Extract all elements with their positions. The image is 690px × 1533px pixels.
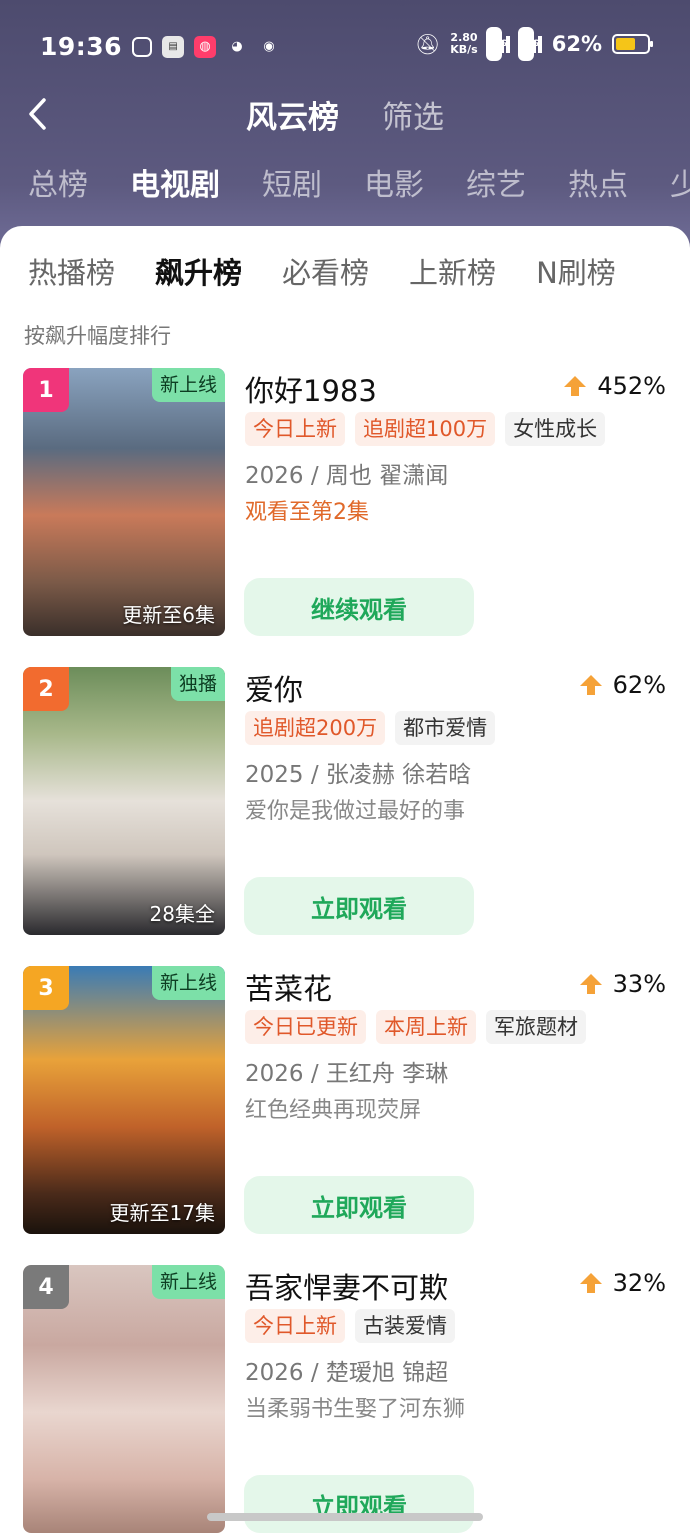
page-title: 风云榜 xyxy=(246,100,339,136)
rank-badge: 3 xyxy=(23,966,69,1010)
ranking-panel: 热播榜 飙升榜 必看榜 上新榜 N刷榜 按飙升幅度排行 1 新上线 更新至6集 你好19… xyxy=(0,226,690,1533)
trend-indicator: 452% xyxy=(563,372,666,400)
item-description: 当柔弱书生娶了河东狮 xyxy=(245,1397,466,1422)
episode-caption: 28集全 xyxy=(149,902,215,926)
ranking-item[interactable]: 2 独播 28集全 爱你 62% 追剧超200万 都市爱情 2025 / 张凌赫 … xyxy=(0,667,690,966)
episode-caption: 更新至6集 xyxy=(122,603,215,627)
ranking-tab-4[interactable]: N刷榜 xyxy=(536,250,616,292)
poster-image[interactable]: 1 新上线 更新至6集 xyxy=(23,368,225,636)
ranking-tab-3[interactable]: 上新榜 xyxy=(409,250,496,292)
item-meta: 2026 / 王红舟 李琳 xyxy=(245,1061,449,1087)
tag-list: 今日已更新 本周上新 军旅题材 xyxy=(245,1010,586,1044)
sort-hint: 按飙升幅度排行 xyxy=(24,324,171,348)
ranking-item[interactable]: 3 新上线 更新至17集 苦菜花 33% 今日已更新 本周上新 军旅题材 2026 … xyxy=(0,966,690,1265)
item-tag: 都市爱情 xyxy=(395,711,496,745)
item-tag: 今日已更新 xyxy=(245,1010,366,1044)
battery-percent: 62% xyxy=(551,32,602,56)
category-tab-1[interactable]: 电视剧 xyxy=(130,160,220,204)
item-tag: 军旅题材 xyxy=(486,1010,586,1044)
watch-button[interactable]: 立即观看 xyxy=(244,1475,474,1533)
app-notification-icon xyxy=(132,36,153,57)
signal-2-label: 5G xyxy=(517,27,539,61)
signal-2-icon: 5G xyxy=(517,27,542,61)
ranking-tab-0[interactable]: 热播榜 xyxy=(28,250,115,292)
item-description: 观看至第2集 xyxy=(245,500,369,525)
poster-image[interactable]: 3 新上线 更新至17集 xyxy=(23,966,225,1234)
item-title[interactable]: 爱你 xyxy=(245,667,303,709)
item-meta: 2026 / 楚瑷旭 锦超 xyxy=(245,1360,449,1386)
signal-1-icon: 5G xyxy=(485,27,510,61)
category-tab-2[interactable]: 短剧 xyxy=(262,160,322,204)
trend-value: 33% xyxy=(612,970,666,998)
news-app-icon: ▤ xyxy=(162,35,185,58)
ranking-tab-2[interactable]: 必看榜 xyxy=(282,250,369,292)
poster-image[interactable]: 2 独播 28集全 xyxy=(23,667,225,935)
category-tab-4[interactable]: 综艺 xyxy=(466,160,526,204)
trend-indicator: 62% xyxy=(579,671,666,699)
watch-button[interactable]: 立即观看 xyxy=(244,1176,474,1234)
item-tag: 古装爱情 xyxy=(355,1309,455,1343)
item-meta: 2025 / 张凌赫 徐若晗 xyxy=(245,762,472,788)
home-indicator[interactable] xyxy=(207,1513,483,1521)
trend-indicator: 32% xyxy=(579,1269,666,1297)
trend-indicator: 33% xyxy=(579,970,666,998)
watch-button[interactable]: 继续观看 xyxy=(244,578,474,636)
ranking-tab-1[interactable]: 飙升榜 xyxy=(155,250,242,292)
ranking-type-tabs: 热播榜 飙升榜 必看榜 上新榜 N刷榜 xyxy=(28,250,656,292)
back-arrow-icon[interactable] xyxy=(26,96,50,132)
net-speed-unit: KB/s xyxy=(450,43,478,56)
rank-badge: 4 xyxy=(23,1265,69,1309)
status-bar: 19:36 ▤ ◍ ◕ ◉ 🔕︎ 2.80 KB/s 5G 5G 62% xyxy=(0,0,690,92)
corner-badge: 新上线 xyxy=(151,1265,225,1299)
filter-button[interactable]: 筛选 xyxy=(382,92,444,137)
wechat-icon: ◕ xyxy=(231,39,243,54)
rank-badge: 2 xyxy=(23,667,69,711)
watch-button[interactable]: 立即观看 xyxy=(244,877,474,935)
corner-badge: 新上线 xyxy=(151,966,225,1000)
header: 风云榜 筛选 xyxy=(0,88,690,138)
category-tab-0[interactable]: 总榜 xyxy=(28,160,88,204)
battery-icon xyxy=(612,34,653,54)
item-title[interactable]: 你好1983 xyxy=(245,368,377,410)
mute-bell-icon: 🔕︎ xyxy=(414,32,441,56)
trend-value: 32% xyxy=(612,1269,666,1297)
tag-list: 今日上新 追剧超100万 女性成长 xyxy=(245,412,606,446)
trend-up-icon xyxy=(579,974,602,994)
ranking-item[interactable]: 4 新上线 吾家悍妻不可欺 32% 今日上新 古装爱情 2026 / 楚瑷旭 锦超… xyxy=(0,1265,690,1533)
ranking-item[interactable]: 1 新上线 更新至6集 你好1983 452% 今日上新 追剧超100万 女性成长 … xyxy=(0,368,690,667)
corner-badge: 独播 xyxy=(170,667,225,701)
item-description: 爱你是我做过最好的事 xyxy=(245,799,466,824)
signal-1-label: 5G xyxy=(485,27,507,61)
ranking-list: 1 新上线 更新至6集 你好1983 452% 今日上新 追剧超100万 女性成长 … xyxy=(0,368,690,1533)
item-tag: 女性成长 xyxy=(505,412,606,446)
category-tabs: 总榜 电视剧 短剧 电影 综艺 热点少 xyxy=(28,160,690,204)
net-speed: 2.80 KB/s xyxy=(450,32,477,56)
rank-badge: 1 xyxy=(23,368,69,412)
episode-caption: 更新至17集 xyxy=(109,1201,215,1225)
trend-up-icon xyxy=(564,376,587,396)
category-tab-5[interactable]: 热点 xyxy=(568,160,628,204)
item-tag: 今日上新 xyxy=(245,1309,345,1343)
trend-up-icon xyxy=(579,1273,602,1293)
trend-up-icon xyxy=(579,675,602,695)
item-title[interactable]: 苦菜花 xyxy=(245,966,332,1008)
video-app-icon: ◍ xyxy=(194,35,217,58)
weibo-icon: ◉ xyxy=(263,39,275,54)
trend-value: 452% xyxy=(597,372,666,400)
item-tag: 今日上新 xyxy=(245,412,345,446)
category-tab-6[interactable]: 少 xyxy=(670,160,690,204)
item-tag: 本周上新 xyxy=(376,1010,476,1044)
item-tag: 追剧超200万 xyxy=(245,711,386,745)
item-title[interactable]: 吾家悍妻不可欺 xyxy=(245,1265,448,1307)
item-meta: 2026 / 周也 翟潇闻 xyxy=(245,463,449,489)
trend-value: 62% xyxy=(612,671,666,699)
poster-image[interactable]: 4 新上线 xyxy=(23,1265,225,1533)
item-description: 红色经典再现荧屏 xyxy=(245,1098,422,1123)
category-tab-3[interactable]: 电影 xyxy=(364,160,424,204)
status-time: 19:36 xyxy=(40,32,123,61)
tag-list: 今日上新 古装爱情 xyxy=(245,1309,455,1343)
item-tag: 追剧超100万 xyxy=(355,412,496,446)
tag-list: 追剧超200万 都市爱情 xyxy=(245,711,496,745)
corner-badge: 新上线 xyxy=(151,368,225,402)
